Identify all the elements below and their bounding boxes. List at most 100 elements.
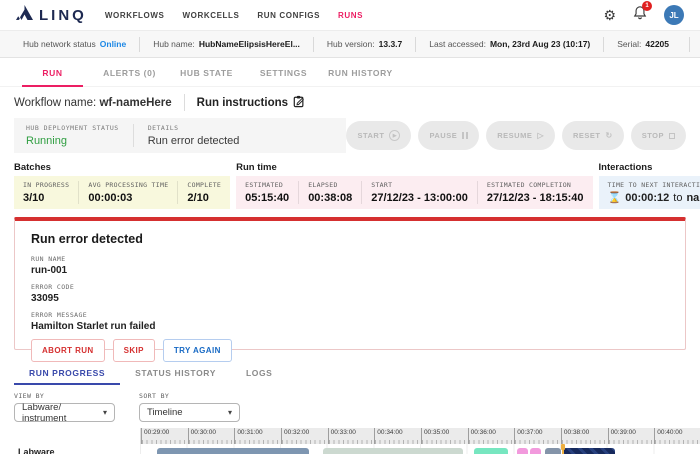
- hub-status-bar: Hub network status Online Hub name: HubN…: [0, 30, 700, 58]
- tab-settings[interactable]: SETTINGS: [245, 58, 322, 86]
- row-label: Labware: [18, 447, 55, 454]
- ruler-time: 00:29:00: [141, 428, 188, 444]
- ruler-time: 00:33:00: [327, 428, 375, 444]
- settings-gear-icon[interactable]: ⚙: [603, 8, 616, 22]
- progress-tabs: RUN PROGRESS STATUS HISTORY LOGS: [0, 350, 700, 385]
- abort-run-button[interactable]: ABORT RUN: [31, 339, 105, 362]
- tab-hub-state[interactable]: HUB STATE: [168, 58, 245, 86]
- run-time-group: Run time ESTIMATED 05:15:40 ELAPSED 00:3…: [236, 162, 593, 209]
- ruler-time: 00:39:00: [607, 428, 655, 444]
- deployment-details-value: Run error detected: [147, 135, 240, 147]
- view-by-select[interactable]: Labware/ instrument ▾: [14, 402, 115, 424]
- batches-avg-time: AVG PROCESSING TIME 00:00:03: [78, 181, 177, 204]
- run-time-elapsed: ELAPSED 00:38:08: [298, 181, 361, 204]
- tab-alerts[interactable]: ALERTS (0): [91, 58, 168, 86]
- hourglass-icon: ⌛: [607, 192, 622, 204]
- reset-button[interactable]: RESET ↻: [561, 121, 624, 150]
- timeline-block[interactable]: [563, 448, 615, 454]
- error-title: Run error detected: [31, 232, 143, 246]
- run-time-start: START 27/12/23 - 13:00:00: [361, 181, 477, 204]
- ruler-time: 00:35:00: [420, 428, 468, 444]
- timeline-block[interactable]: --: [545, 448, 561, 454]
- brand-name: LINQ: [39, 6, 87, 24]
- ruler-time: 00:34:00: [374, 428, 421, 444]
- next-interaction: TIME TO NEXT INTERACTION ⌛ 00:00:12 to n…: [599, 181, 700, 204]
- interaction-name: nameOfNextInteractionHereHe...: [686, 191, 700, 204]
- workflow-name: Workflow name: wf-nameHere: [14, 96, 172, 109]
- divider: [183, 94, 185, 111]
- batches-complete: COMPLETE 2/10: [177, 181, 230, 204]
- timeline-lane: Instrument XInstrument XInstr...------: [140, 444, 700, 454]
- ruler-time: 00:38:00: [560, 428, 608, 444]
- timeline-block[interactable]: --: [517, 448, 528, 454]
- notification-badge: 1: [642, 1, 652, 11]
- pause-icon: [462, 132, 469, 139]
- timeline-ruler: 00:29:00 00:30:00 00:31:00 00:32:00 00:33:00…: [140, 428, 700, 444]
- view-by-filter: VIEW BY Labware/ instrument ▾: [14, 392, 115, 424]
- skip-button[interactable]: SKIP: [112, 339, 155, 362]
- run-time-completion: ESTIMATED COMPLETION 27/12/23 - 18:15:40: [476, 181, 593, 204]
- hub-last-accessed: Last accessed: Mon, 23rd Aug 23 (10:17): [415, 36, 603, 52]
- sort-by-select[interactable]: Timeline ▾: [139, 403, 240, 422]
- run-instructions-link[interactable]: Run instructions: [197, 95, 305, 111]
- hub-serial: Serial: 42205: [603, 36, 682, 52]
- run-progress-timeline: Labware eg plate XXXXXXXXXXXX 00:29:0000…: [0, 428, 700, 454]
- error-run-name: RUN NAME run-001: [31, 255, 68, 276]
- nav-runs[interactable]: RUNS: [338, 11, 363, 20]
- ruler-time: 00:31:00: [234, 428, 281, 444]
- try-again-button[interactable]: TRY AGAIN: [162, 339, 232, 362]
- nav-workflows[interactable]: WORKFLOWS: [105, 11, 165, 20]
- run-time-estimated: ESTIMATED 05:15:40: [245, 181, 290, 204]
- hub-bar-end-divider: [689, 36, 690, 52]
- batches-in-progress: IN PROGRESS 3/10: [23, 181, 70, 204]
- nav-run-configs[interactable]: RUN CONFIGS: [257, 11, 320, 20]
- ruler-time: 00:30:00: [187, 428, 235, 444]
- run-time-box: ESTIMATED 05:15:40 ELAPSED 00:38:08 STAR…: [236, 176, 593, 209]
- timeline-block[interactable]: --: [530, 448, 541, 454]
- hub-network-status: Hub network status Online: [23, 39, 127, 49]
- chevron-down-icon: ▾: [102, 408, 107, 417]
- interaction-countdown: 00:00:12: [625, 191, 670, 204]
- nav-workcells[interactable]: WORKCELLS: [182, 11, 239, 20]
- chevron-down-icon: ▾: [227, 408, 232, 417]
- hub-online-value: Online: [99, 39, 127, 49]
- notifications-bell[interactable]: 1: [633, 1, 652, 25]
- batches-group: Batches IN PROGRESS 3/10 AVG PROCESSING …: [14, 162, 231, 209]
- timeline-block[interactable]: Instrument X: [157, 448, 309, 454]
- hub-version: Hub version: 13.3.7: [312, 36, 415, 52]
- clipboard-edit-icon: [293, 95, 305, 111]
- deployment-details: DETAILS Run error detected: [132, 124, 335, 147]
- deployment-status-row: HUB DEPLOYMENT STATUS Running DETAILS Ru…: [0, 117, 700, 160]
- tab-status-history[interactable]: STATUS HISTORY: [120, 362, 231, 385]
- pause-button[interactable]: PAUSE: [418, 121, 480, 150]
- timeline-block[interactable]: Instr...: [474, 448, 508, 454]
- tab-run[interactable]: RUN: [14, 58, 91, 87]
- top-nav: LINQ WORKFLOWS WORKCELLS RUN CONFIGS RUN…: [0, 0, 700, 30]
- user-avatar[interactable]: JL: [664, 5, 684, 25]
- workflow-name-value: wf-nameHere: [99, 96, 172, 109]
- current-time-marker: [561, 444, 565, 454]
- metrics-row: Batches IN PROGRESS 3/10 AVG PROCESSING …: [0, 160, 700, 209]
- tab-logs[interactable]: LOGS: [231, 362, 288, 385]
- linq-logo-icon: [16, 5, 33, 25]
- sort-by-filter: SORT BY Timeline ▾: [139, 392, 240, 422]
- batches-box: IN PROGRESS 3/10 AVG PROCESSING TIME 00:…: [14, 176, 231, 209]
- start-button[interactable]: START ▶: [346, 121, 412, 150]
- stop-button[interactable]: STOP: [630, 121, 686, 150]
- error-message: ERROR MESSAGE Hamilton Starlet run faile…: [31, 311, 156, 332]
- play-circle-icon: ▶: [389, 130, 401, 141]
- ruler-time: 00:40:00: [654, 428, 700, 444]
- workflow-header: Workflow name: wf-nameHere Run instructi…: [0, 87, 700, 117]
- tab-run-progress[interactable]: RUN PROGRESS: [14, 362, 121, 385]
- tab-run-history[interactable]: RUN HISTORY: [322, 58, 399, 86]
- timeline-block[interactable]: Instrument X: [323, 448, 463, 454]
- hub-name: Hub name: HubNameElipsisHereEl...: [139, 36, 313, 52]
- resume-button[interactable]: RESUME ▷: [486, 121, 555, 150]
- filters-row: VIEW BY Labware/ instrument ▾ SORT BY Ti…: [0, 385, 700, 427]
- hub-deployment-status: HUB DEPLOYMENT STATUS Running: [26, 124, 119, 147]
- app-logo[interactable]: LINQ: [16, 5, 87, 25]
- run-error-card: Run error detected RUN NAME run-001 ERRO…: [14, 217, 686, 362]
- error-code: ERROR CODE 33095: [31, 283, 75, 304]
- reset-icon: ↻: [605, 130, 613, 140]
- run-controls: START ▶ PAUSE RESUME ▷ RESET ↻ STOP: [346, 121, 686, 150]
